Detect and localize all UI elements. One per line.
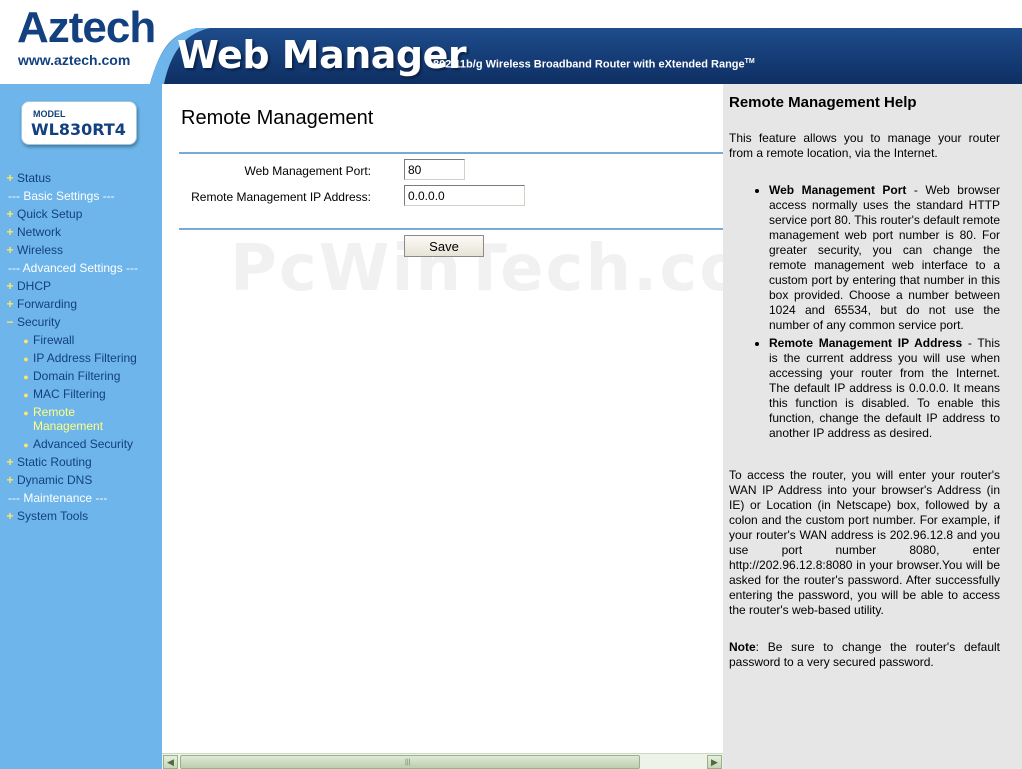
- scroll-right-arrow-icon[interactable]: ▶: [707, 755, 722, 769]
- model-badge: MODEL WL830RT4: [21, 101, 137, 145]
- sidebar-item-dhcp[interactable]: + DHCP: [0, 277, 162, 295]
- dot-icon: ●: [23, 440, 29, 450]
- help-panel: Remote Management Help This feature allo…: [723, 84, 1022, 769]
- plus-icon: +: [6, 171, 14, 185]
- remote-ip-address-input[interactable]: [404, 185, 525, 206]
- sidebar-item-status[interactable]: + Status: [0, 169, 162, 187]
- page-title: Remote Management: [181, 107, 374, 129]
- sidebar-item-static-routing[interactable]: + Static Routing: [0, 453, 162, 471]
- sidebar-item-network[interactable]: + Network: [0, 223, 162, 241]
- help-bullet-ip: Remote Management IP Address - This is t…: [769, 336, 1000, 441]
- scrollbar-thumb[interactable]: |||: [180, 755, 640, 769]
- help-title: Remote Management Help: [729, 94, 917, 111]
- sidebar-item-mac-filtering[interactable]: ● MAC Filtering: [0, 385, 162, 403]
- help-intro: This feature allows you to manage your r…: [729, 131, 1000, 160]
- sidebar-item-firewall[interactable]: ● Firewall: [0, 331, 162, 349]
- sidebar-item-forwarding[interactable]: + Forwarding: [0, 295, 162, 313]
- web-management-port-input[interactable]: [404, 159, 465, 180]
- product-tagline: 802.11b/g Wireless Broadband Router with…: [433, 58, 755, 71]
- divider: [179, 152, 723, 154]
- sidebar-item-advanced-security[interactable]: ● Advanced Security: [0, 435, 162, 453]
- scroll-left-arrow-icon[interactable]: ◀: [163, 755, 178, 769]
- main-content: PcWinTech.com Remote Management Web Mana…: [162, 84, 723, 753]
- minus-icon: −: [6, 315, 14, 329]
- section-maintenance: --- Maintenance ---: [8, 491, 108, 505]
- horizontal-scrollbar[interactable]: ◀ ||| ▶: [162, 753, 723, 769]
- brand-url: www.aztech.com: [18, 52, 131, 68]
- sidebar-item-quick-setup[interactable]: + Quick Setup: [0, 205, 162, 223]
- sidebar: MODEL WL830RT4 + Status --- Basic Setting…: [0, 84, 162, 769]
- grip-icon: |||: [405, 759, 411, 766]
- sidebar-item-system-tools[interactable]: + System Tools: [0, 507, 162, 525]
- model-label: MODEL: [33, 109, 66, 119]
- dot-icon: ●: [23, 408, 29, 418]
- plus-icon: +: [6, 455, 14, 469]
- dot-icon: ●: [23, 336, 29, 346]
- plus-icon: +: [6, 207, 14, 221]
- sidebar-item-domain-filtering[interactable]: ● Domain Filtering: [0, 367, 162, 385]
- section-basic-settings: --- Basic Settings ---: [8, 189, 115, 203]
- web-management-port-label: Web Management Port:: [244, 164, 371, 178]
- divider: [179, 228, 723, 230]
- model-name: WL830RT4: [31, 120, 126, 139]
- sidebar-nav: + Status --- Basic Settings --- + Quick Se…: [0, 169, 162, 525]
- help-bullet-list: Web Management Port - Web browser access…: [729, 183, 1000, 441]
- dot-icon: ●: [23, 390, 29, 400]
- plus-icon: +: [6, 509, 14, 523]
- save-button[interactable]: Save: [404, 235, 484, 257]
- brand-logo: Aztech: [17, 3, 156, 52]
- help-bullet-port: Web Management Port - Web browser access…: [769, 183, 1000, 333]
- plus-icon: +: [6, 225, 14, 239]
- dot-icon: ●: [23, 354, 29, 364]
- trademark-symbol: TM: [744, 58, 755, 65]
- plus-icon: +: [6, 473, 14, 487]
- plus-icon: +: [6, 297, 14, 311]
- help-body: This feature allows you to manage your r…: [729, 131, 1000, 692]
- sidebar-item-wireless[interactable]: + Wireless: [0, 241, 162, 259]
- app-title: Web Manager: [177, 33, 467, 77]
- header: Aztech www.aztech.com Web Manager 802.11…: [0, 0, 1022, 84]
- sidebar-item-security[interactable]: − Security: [0, 313, 162, 331]
- help-note: Note: Be sure to change the router's def…: [729, 640, 1000, 669]
- help-access-instructions: To access the router, you will enter you…: [729, 468, 1000, 617]
- sidebar-item-dynamic-dns[interactable]: + Dynamic DNS: [0, 471, 162, 489]
- dot-icon: ●: [23, 372, 29, 382]
- sidebar-item-remote-management[interactable]: ● Remote Management: [0, 403, 162, 435]
- sidebar-item-ip-address-filtering[interactable]: ● IP Address Filtering: [0, 349, 162, 367]
- plus-icon: +: [6, 243, 14, 257]
- section-advanced-settings: --- Advanced Settings ---: [8, 261, 139, 275]
- plus-icon: +: [6, 279, 14, 293]
- remote-ip-address-label: Remote Management IP Address:: [191, 190, 371, 204]
